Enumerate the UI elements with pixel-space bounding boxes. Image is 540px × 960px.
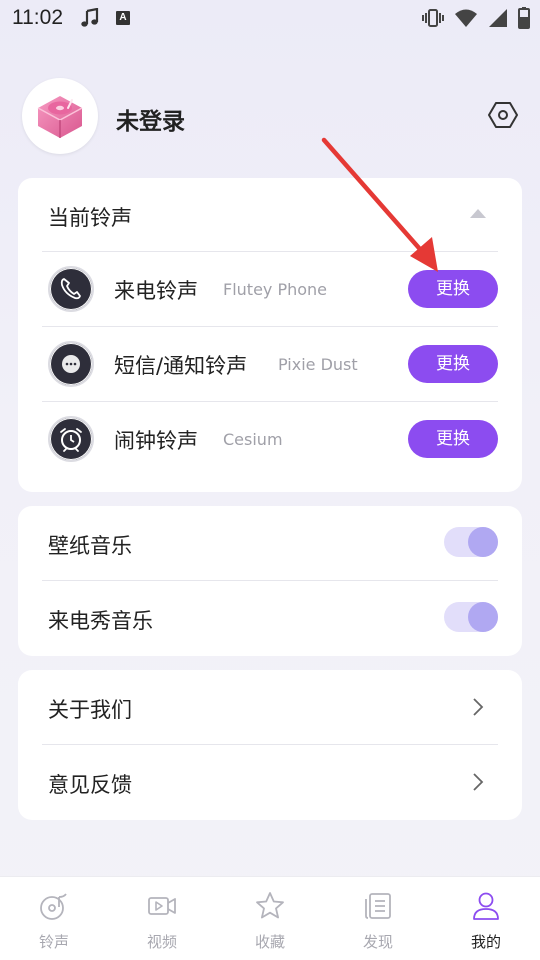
vibrate-icon: [422, 9, 444, 27]
video-icon: [148, 897, 176, 915]
nav-tab-favorites[interactable]: 收藏: [216, 877, 324, 960]
feedback-row[interactable]: 意见反馈: [18, 745, 522, 819]
ringtone-row-value: Pixie Dust: [278, 355, 358, 374]
profile-header[interactable]: 未登录: [22, 78, 518, 154]
ringtone-row-value: Flutey Phone: [223, 280, 328, 299]
about-card: 关于我们 意见反馈: [18, 670, 522, 820]
ringtone-row-value: Cesium: [223, 430, 283, 449]
wifi-icon: [455, 9, 477, 27]
nav-label: 我的: [470, 933, 501, 951]
nav-tab-discover[interactable]: 发现: [324, 877, 432, 960]
about-us-row[interactable]: 关于我们: [18, 670, 522, 744]
nav-tab-ringtone[interactable]: 铃声: [0, 877, 108, 960]
login-status-text[interactable]: 未登录: [116, 102, 185, 136]
nav-label: 视频: [146, 933, 177, 951]
feedback-label: 意见反馈: [48, 773, 132, 797]
nav-label: 铃声: [38, 933, 69, 951]
toggle-knob: [468, 602, 498, 632]
alarm-clock-icon: [48, 416, 94, 462]
status-time: 11:02: [12, 6, 63, 29]
change-ringtone-button[interactable]: 更换: [408, 345, 498, 383]
battery-icon: [518, 7, 530, 29]
discover-list-icon: [365, 893, 391, 919]
record-player-icon: [37, 96, 83, 138]
nav-tab-video[interactable]: 视频: [108, 877, 216, 960]
ringtone-disc-icon: [40, 893, 67, 920]
nav-label: 收藏: [254, 933, 285, 951]
ringtone-row-label: 来电铃声: [114, 279, 198, 303]
change-ringtone-button[interactable]: 更换: [408, 420, 498, 458]
avatar[interactable]: [22, 78, 98, 154]
phone-icon: [48, 266, 94, 312]
signal-icon: [489, 9, 507, 27]
current-ringtone-card: 当前铃声 来电铃声 Flutey Phone 更换 短信/通知铃声 Pixie …: [18, 178, 522, 492]
ringtone-row-call[interactable]: 来电铃声 Flutey Phone 更换: [18, 252, 522, 326]
bottom-navigation: 铃声 视频 收藏 发现 我的: [0, 876, 540, 960]
ringtone-row-label: 短信/通知铃声: [114, 354, 248, 378]
toggle-knob: [468, 527, 498, 557]
ringtone-row-alarm[interactable]: 闹钟铃声 Cesium 更换: [18, 402, 522, 476]
ringtone-row-label: 闹钟铃声: [114, 429, 198, 453]
settings-hexagon-icon[interactable]: [488, 100, 518, 130]
about-us-label: 关于我们: [48, 698, 132, 722]
nav-label: 发现: [362, 933, 393, 951]
change-ringtone-button[interactable]: 更换: [408, 270, 498, 308]
star-icon: [256, 892, 284, 919]
music-note-icon: [81, 8, 99, 27]
wallpaper-music-row: 壁纸音乐: [18, 506, 522, 580]
nav-tab-mine[interactable]: 我的: [432, 877, 540, 960]
wallpaper-music-label: 壁纸音乐: [48, 534, 132, 558]
wallpaper-music-toggle[interactable]: [444, 527, 498, 557]
caller-show-music-row: 来电秀音乐: [18, 581, 522, 655]
message-icon: [48, 341, 94, 387]
music-settings-card: 壁纸音乐 来电秀音乐: [18, 506, 522, 656]
ringtone-row-notification[interactable]: 短信/通知铃声 Pixie Dust 更换: [18, 327, 522, 401]
caller-show-music-label: 来电秀音乐: [48, 609, 153, 633]
chevron-right-icon: [473, 773, 484, 791]
chevron-up-icon[interactable]: [470, 208, 486, 218]
current-ringtone-title: 当前铃声: [48, 206, 132, 230]
person-icon: [473, 892, 499, 920]
status-bar: 11:02 A: [0, 0, 540, 36]
caller-show-music-toggle[interactable]: [444, 602, 498, 632]
a-badge-icon: A: [116, 11, 130, 25]
chevron-right-icon: [473, 698, 484, 716]
